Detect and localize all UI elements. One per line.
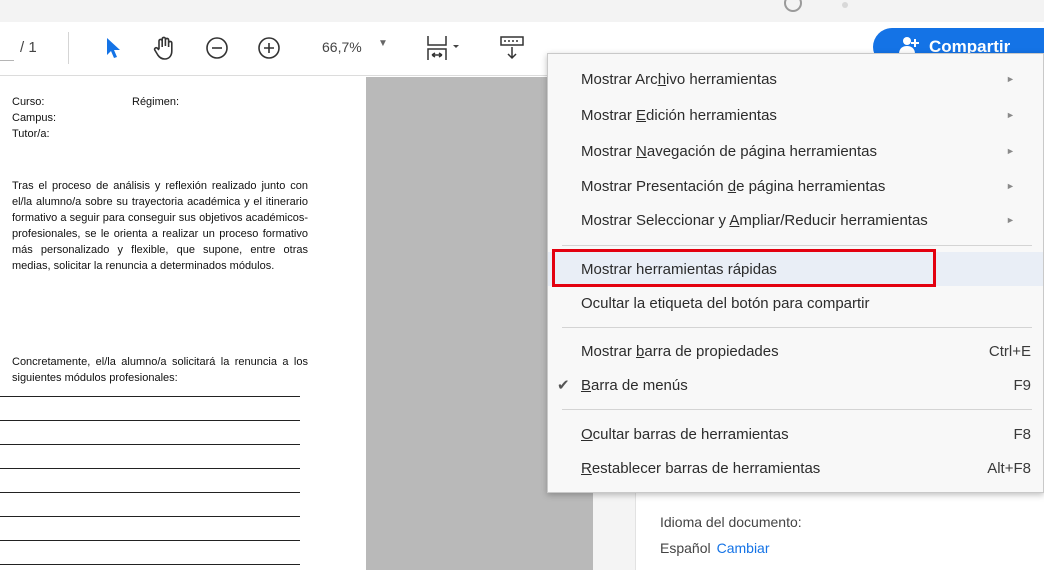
change-language-link[interactable]: Cambiar (717, 540, 770, 556)
submenu-arrow-icon: ► (1006, 110, 1015, 120)
zoom-dropdown-icon[interactable]: ▼ (378, 38, 388, 49)
field-curso: Curso: (12, 96, 45, 108)
menu-item-select-zoom-tools[interactable]: Mostrar Seleccionar y Ampliar/Reducir he… (548, 203, 1043, 237)
window-top-strip (0, 0, 1044, 22)
zoom-level[interactable]: 66,7% (322, 39, 362, 55)
document-fields: Curso: Régimen: Campus: Tutor/a: (12, 94, 308, 142)
check-icon: ✔ (557, 377, 570, 394)
submenu-arrow-icon: ► (1006, 74, 1015, 84)
menu-item-hide-share-label[interactable]: Ocultar la etiqueta del botón para compa… (548, 286, 1043, 320)
fit-page-icon[interactable] (422, 33, 466, 63)
page-count: / 1 (20, 39, 37, 56)
field-tutor: Tutor/a: (12, 128, 50, 140)
shortcut-label: Alt+F8 (987, 459, 1031, 477)
menu-item-page-display-tools[interactable]: Mostrar Presentación de página herramien… (548, 169, 1043, 203)
notification-icon[interactable] (842, 2, 848, 8)
menu-item-menu-bar[interactable]: ✔ Barra de menús F9 (548, 368, 1043, 402)
document-paragraph: Tras el proceso de análisis y reflexión … (12, 180, 308, 272)
menu-separator (562, 245, 1032, 246)
menu-item-hide-toolbars[interactable]: Ocultar barras de herramientas F8 (548, 417, 1043, 451)
zoom-out-icon[interactable] (200, 33, 234, 63)
shortcut-label: F9 (1013, 376, 1031, 394)
language-label: Idioma del documento: (660, 514, 802, 530)
document-properties-panel: Idioma del documento: Español Cambiar (635, 490, 1044, 570)
menu-item-properties-bar[interactable]: Mostrar barra de propiedades Ctrl+E (548, 334, 1043, 368)
submenu-arrow-icon: ► (1006, 215, 1015, 225)
menu-item-reset-toolbars[interactable]: Restablecer barras de herramientas Alt+F… (548, 451, 1043, 485)
menu-item-edit-tools[interactable]: Mostrar Edición herramientas ► (548, 98, 1043, 132)
zoom-in-icon[interactable] (252, 33, 286, 63)
submenu-arrow-icon: ► (1006, 146, 1015, 156)
scroll-mode-icon[interactable] (496, 33, 528, 63)
field-regimen: Régimen: (132, 96, 180, 108)
page-number-input[interactable] (0, 34, 14, 61)
document-paragraph-2: Concretamente, el/la alumno/a solicitará… (12, 356, 308, 384)
menu-separator (562, 409, 1032, 410)
highlight-annotation-box (552, 249, 936, 287)
view-context-menu: Mostrar Archivo herramientas ► Mostrar E… (547, 53, 1044, 493)
menu-item-file-tools[interactable]: Mostrar Archivo herramientas ► (548, 62, 1043, 96)
module-lines (0, 396, 300, 588)
menu-separator (562, 327, 1032, 328)
shortcut-label: Ctrl+E (988, 342, 1031, 360)
toolbar-divider (68, 32, 69, 64)
submenu-arrow-icon: ► (1006, 181, 1015, 191)
hand-icon[interactable] (148, 33, 182, 63)
select-arrow-icon[interactable] (100, 33, 126, 63)
language-value: Español Cambiar (660, 540, 770, 556)
field-campus: Campus: (12, 112, 57, 124)
document-page: Curso: Régimen: Campus: Tutor/a: Tras el … (0, 77, 367, 570)
right-panel: Idioma del documento: Español Cambiar (593, 490, 1044, 570)
language-name: Español (660, 540, 711, 556)
help-icon[interactable] (784, 0, 802, 12)
menu-item-page-navigation-tools[interactable]: Mostrar Navegación de página herramienta… (548, 134, 1043, 168)
shortcut-label: F8 (1013, 425, 1031, 443)
